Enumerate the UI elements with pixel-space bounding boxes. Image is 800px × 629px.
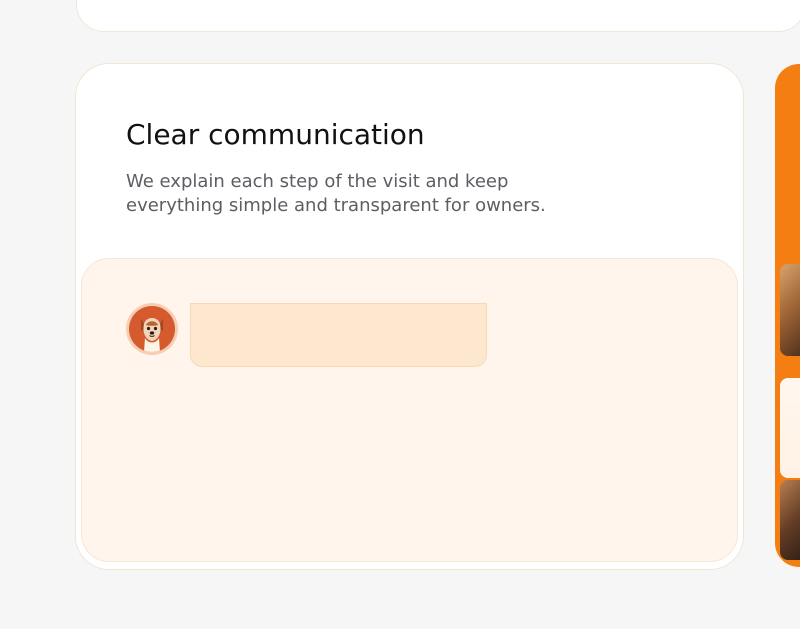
clear-communication-card: Clear communication We explain each step… <box>75 63 744 570</box>
top-card <box>76 0 800 32</box>
feature-title: Clear communication <box>126 118 425 151</box>
light-photo-thumbnail <box>780 378 800 478</box>
chat-preview-panel <box>81 258 738 562</box>
dog-photo-thumbnail <box>780 264 800 356</box>
avatar <box>129 306 175 352</box>
dog-photo-thumbnail <box>780 480 800 560</box>
dog-avatar-icon <box>126 303 178 355</box>
dog-icon <box>129 306 175 352</box>
orange-side-card <box>775 64 800 567</box>
message-bubble <box>190 303 487 367</box>
feature-description: We explain each step of the visit and ke… <box>126 171 546 216</box>
